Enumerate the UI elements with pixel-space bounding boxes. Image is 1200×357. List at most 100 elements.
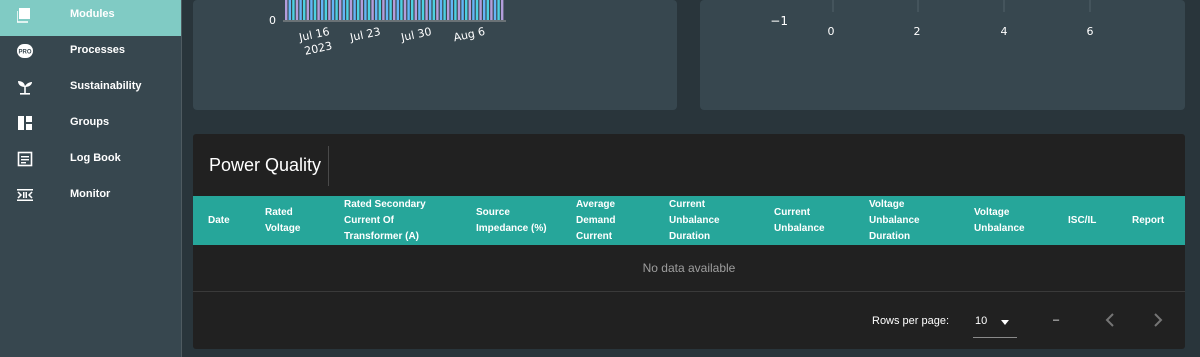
groups-icon [18,116,32,130]
bar [371,0,374,20]
scatter-chart: −1 0 2 4 6 [770,0,1094,38]
logbook-icon [17,151,33,167]
th-current-unbalance-duration[interactable]: Current Unbalance Duration [669,197,720,245]
column-header-line: ISC/IL [1068,215,1097,226]
sidebar-item-sustainability[interactable]: Sustainability [0,70,181,106]
bar [382,0,385,20]
bar-chart-card: 0 Jul 16 2023 Jul 23 Jul 30 Aug 6 [193,0,677,110]
bar [367,0,371,20]
monitor-icon [17,189,33,201]
column-header-line: Transformer (A) [344,231,420,242]
column-header-line: Source [476,207,510,218]
bar-series [285,0,504,20]
column-header-line: Unbalance [774,223,825,234]
bar [389,0,392,20]
bar [364,0,367,20]
bar [461,0,464,20]
x-tick-label: Jul 30 [399,25,433,44]
scatter-chart-card: −1 0 2 4 6 [700,0,1185,110]
chevron-left-icon[interactable] [1100,310,1120,330]
bar [292,0,295,20]
bar [439,0,443,20]
sidebar-item-label: Processes [70,44,126,56]
column-header-line: Rated [265,207,293,218]
bar [400,0,403,20]
x-tick-label: 0 [828,25,835,38]
sidebar: Modules PRO Processes Sustainability Gro… [0,0,182,357]
svg-text:PRO: PRO [18,50,31,56]
bar [295,0,299,20]
chevron-right-icon[interactable] [1148,310,1168,330]
bar [349,0,353,20]
caret-down-icon [1001,320,1009,325]
bar [346,0,349,20]
x-tick-label: 2 [914,25,921,38]
bar [331,0,335,20]
column-header-line: Duration [869,231,911,242]
x-tick-label: 4 [1001,25,1008,38]
bar [475,0,479,20]
column-header-line: Report [1132,215,1165,226]
th-voltage-unbalance-duration[interactable]: Voltage Unbalance Duration [869,197,920,245]
x-tick-label: Aug 6 [452,25,486,44]
column-header-line: Current Of [344,215,394,226]
sidebar-item-log-book[interactable]: Log Book [0,142,181,178]
bar [465,0,468,20]
bar [436,0,439,20]
bar [324,0,327,20]
bar [483,0,486,20]
bar [353,0,356,20]
bar [393,0,396,20]
modules-icon [17,8,30,23]
column-header-line: Voltage [869,199,905,210]
bar [306,0,309,20]
bar [339,0,342,20]
bar [313,0,317,20]
bar [285,0,288,20]
x-tick-label: Jul 23 [348,25,382,44]
th-voltage-unbalance[interactable]: Voltage Unbalance [974,205,1025,237]
bar [299,0,302,20]
bar-chart: 0 Jul 16 2023 Jul 23 Jul 30 Aug 6 [269,0,506,58]
x-tick-label: 6 [1087,25,1094,38]
th-date[interactable]: Date [208,213,230,229]
sidebar-item-groups[interactable]: Groups [0,106,181,142]
sidebar-item-label: Groups [70,116,110,128]
column-header-line: Rated Secondary [344,199,426,210]
sidebar-item-processes[interactable]: PRO Processes [0,34,181,70]
bar [497,0,500,20]
bar [429,0,432,20]
bar [443,0,446,20]
bar [411,0,414,20]
th-source-impedance[interactable]: Source Impedance (%) [476,205,547,237]
sidebar-item-monitor[interactable]: Monitor [0,178,181,214]
y-tick-label: 0 [269,14,276,27]
sidebar-item-label: Sustainability [70,80,142,92]
column-header-line: Current [774,207,811,218]
rows-per-page-value: 10 [975,315,988,327]
column-header-line: Unbalance [869,215,920,226]
rows-per-page-select[interactable]: 10 [973,309,1017,338]
bar [335,0,338,20]
th-rated-voltage[interactable]: Rated Voltage [265,205,300,237]
bar [425,0,428,20]
bar [375,0,378,20]
th-current-unbalance[interactable]: Current Unbalance [774,205,825,237]
bar [385,0,389,20]
bar [378,0,381,20]
pagination-range: – [1053,314,1060,326]
column-header-line: Average [576,199,616,210]
th-report[interactable]: Report [1132,213,1164,229]
th-isc-il[interactable]: ISC/IL [1068,213,1096,229]
bar [486,0,489,20]
bar [450,0,453,20]
bar [357,0,360,20]
th-average-demand-current[interactable]: Average Demand Current [576,197,615,245]
th-rated-secondary-current[interactable]: Rated Secondary Current Of Transformer (A) [344,197,426,245]
sidebar-item-modules[interactable]: Modules [0,0,181,36]
column-header-line: Unbalance [974,223,1025,234]
bar [468,0,471,20]
bar [421,0,425,20]
sprout-icon [18,81,32,95]
column-header-line: Impedance (%) [476,223,547,234]
